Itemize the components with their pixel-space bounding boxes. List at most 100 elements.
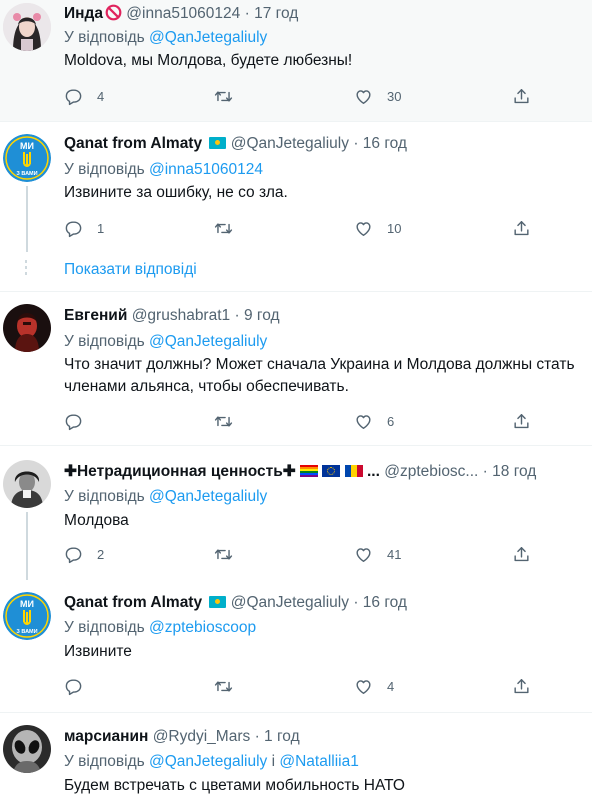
author-name[interactable]: Евгений [64,307,127,324]
share-icon [512,412,531,431]
retweet-icon [214,87,233,106]
reply-context: У відповідь @QanJetegaliuly і @Natalliia… [64,753,359,770]
rainbow-flag-icon [300,465,319,477]
like-button[interactable]: 10 [354,219,401,238]
thread-line [26,512,28,580]
author-name[interactable]: марсианин [64,728,148,745]
share-icon [512,545,531,564]
author-handle[interactable]: @grushabrat1 [132,307,230,324]
avatar-inda[interactable] [3,3,51,51]
retweet-button[interactable] [214,219,247,238]
retweet-button[interactable] [214,677,247,696]
share-button[interactable] [512,219,531,238]
author-handle[interactable]: @Rydyi_Mars [153,728,251,745]
tweet-time[interactable]: 18 год [492,463,536,480]
tweet-header: марсианин @Rydyi_Mars · 1 год [64,728,300,745]
reply-button[interactable]: 4 [64,87,104,106]
retweet-icon [214,412,233,431]
reply-icon [64,412,83,431]
author-name[interactable]: ✚Нетрадиционная ценность✚ [64,463,296,480]
kazakhstan-flag-icon [209,596,227,608]
author-name[interactable]: Qanat from Almaty [64,135,202,152]
retweet-button[interactable] [214,87,247,106]
author-handle[interactable]: @QanJetegaliuly [231,594,349,611]
avatar-badge-bottom: З ВАМИ [16,171,37,177]
avatar-badge-bottom: З ВАМИ [16,629,37,635]
reply-context: У відповідь @inna51060124 [64,161,264,178]
show-replies-link[interactable]: Показати відповіді [64,261,197,279]
tweet-4[interactable]: ✚Нетрадиционная ценность✚ ... @zptebiosc… [0,446,592,580]
avatar-marsianin[interactable] [3,725,51,773]
tweet-actions: 4 [64,677,564,699]
share-button[interactable] [512,412,531,431]
avatar-evgeniy[interactable] [3,304,51,352]
tweet-text: Будем встречать с цветами мобильность НА… [64,777,405,794]
like-button[interactable]: 4 [354,677,394,696]
author-handle[interactable]: @zptebiosc... [384,463,478,480]
tweet-text: Moldova, мы Молдова, будете любезны! [64,52,353,69]
reply-mention[interactable]: @QanJetegaliuly [149,753,267,770]
share-button[interactable] [512,87,531,106]
tweet-time[interactable]: 16 год [363,135,407,152]
tweet-text: Извините за ошибку, не со зла. [64,184,288,201]
author-handle[interactable]: @inna51060124 [126,5,240,22]
reply-button[interactable] [64,677,97,696]
reply-icon [64,545,83,564]
avatar-qanat[interactable]: МИ З ВАМИ [3,134,51,182]
like-count: 10 [387,221,402,236]
reply-context: У відповідь @QanJetegaliuly [64,29,268,46]
author-name[interactable]: Инда [64,5,103,22]
reply-icon [64,219,83,238]
reply-mention[interactable]: @QanJetegaliuly [149,333,267,350]
tweet-time[interactable]: 17 год [254,5,298,22]
reply-count: 2 [97,547,105,562]
like-count: 6 [387,414,395,429]
like-count: 30 [387,89,402,104]
reply-mention[interactable]: @Natalliia1 [279,753,359,770]
author-name[interactable]: Qanat from Almaty [64,594,202,611]
share-button[interactable] [512,677,531,696]
prohibited-icon [105,4,122,21]
retweet-icon [214,545,233,564]
heart-icon [354,412,373,431]
author-handle[interactable]: @QanJetegaliuly [231,135,349,152]
tweet-3[interactable]: Евгений @grushabrat1 · 9 год У відповідь… [0,292,592,444]
moldova-flag-icon [344,465,363,477]
tweet-actions: 2 41 [64,545,564,567]
reply-button[interactable]: 1 [64,219,104,238]
reply-mention[interactable]: @zptebioscoop [149,619,256,636]
share-icon [512,219,531,238]
reply-count: 4 [97,89,105,104]
share-icon [512,677,531,696]
retweet-button[interactable] [214,412,247,431]
retweet-icon [214,219,233,238]
share-button[interactable] [512,545,531,564]
reply-button[interactable] [64,412,97,431]
reply-mention[interactable]: @inna51060124 [149,161,263,178]
tweet-time[interactable]: 1 год [264,728,300,745]
retweet-button[interactable] [214,545,247,564]
tweet-1[interactable]: Инда @inna51060124 · 17 год У відповідь … [0,0,592,121]
like-button[interactable]: 30 [354,87,401,106]
tweet-2[interactable]: МИ З ВАМИ Qanat from Almaty @QanJetegali… [0,122,592,290]
like-button[interactable]: 6 [354,412,394,431]
tweet-6[interactable]: марсианин @Rydyi_Mars · 1 год У відповід… [0,713,592,807]
avatar-netradicionnaya[interactable] [3,460,51,508]
reply-mention[interactable]: @QanJetegaliuly [149,29,267,46]
tweet-5[interactable]: МИ З ВАМИ Qanat from Almaty @QanJetegali… [0,580,592,705]
tweet-actions: 1 10 [64,219,564,241]
tweet-time[interactable]: 16 год [363,594,407,611]
avatar-qanat[interactable]: МИ З ВАМИ [3,592,51,640]
avatar-badge-top: МИ [20,141,34,151]
like-button[interactable]: 41 [354,545,401,564]
reply-context: У відповідь @QanJetegaliuly [64,488,268,505]
reply-mention[interactable]: @QanJetegaliuly [149,488,267,505]
reply-icon [64,87,83,106]
reply-count: 1 [97,221,105,236]
tweet-time[interactable]: 9 год [244,307,280,324]
tweet-actions: 6 [64,412,564,434]
thread-dots [25,260,27,278]
reply-button[interactable]: 2 [64,545,104,564]
reply-icon [64,677,83,696]
share-icon [512,87,531,106]
